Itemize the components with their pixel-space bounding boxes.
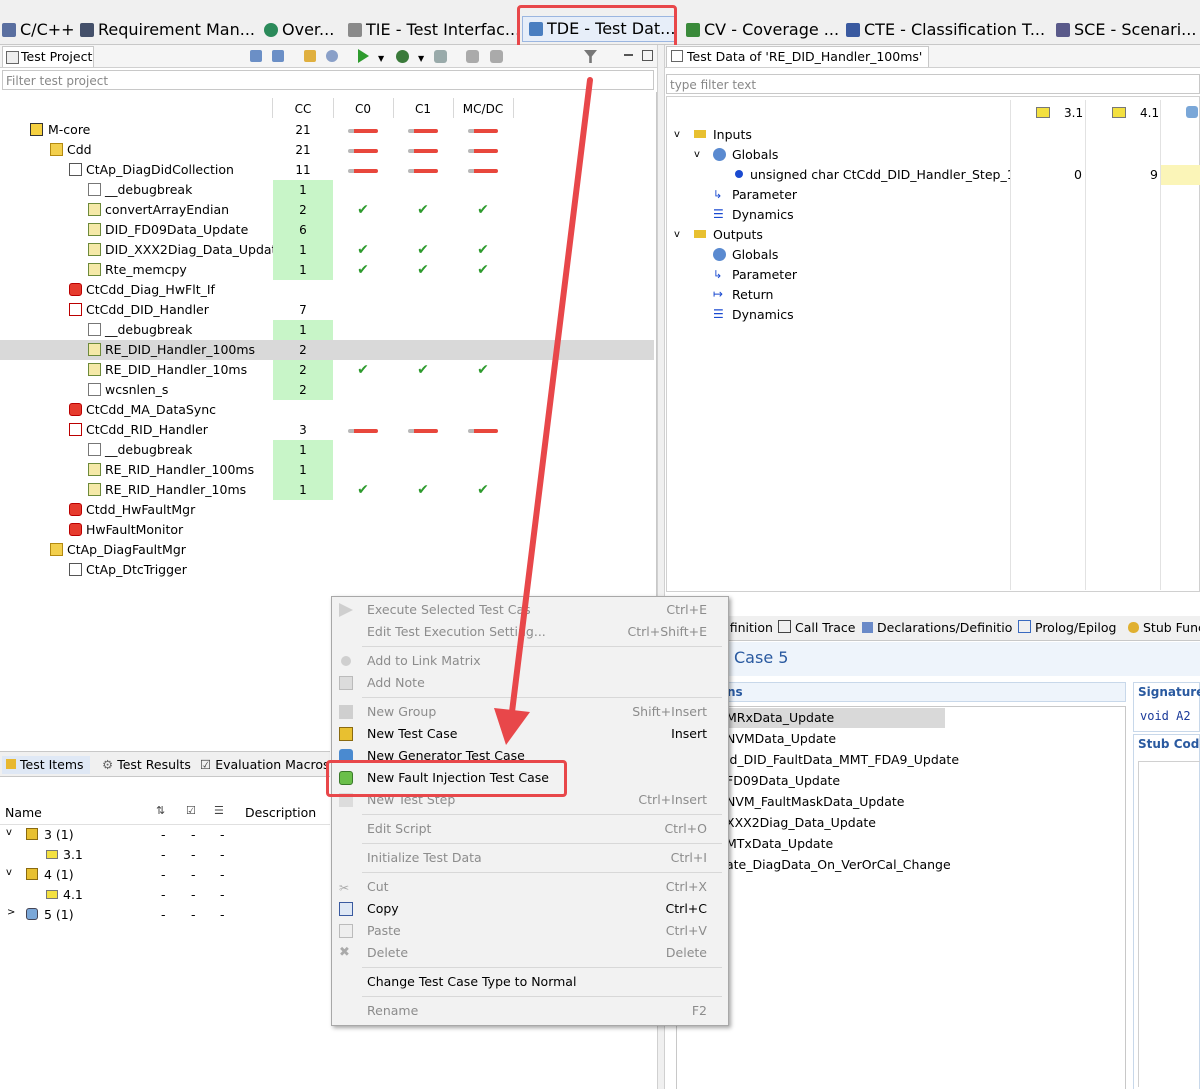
annotation-arrow	[494, 77, 593, 745]
arrow-shaft	[509, 77, 593, 715]
arrow-head	[494, 708, 530, 745]
